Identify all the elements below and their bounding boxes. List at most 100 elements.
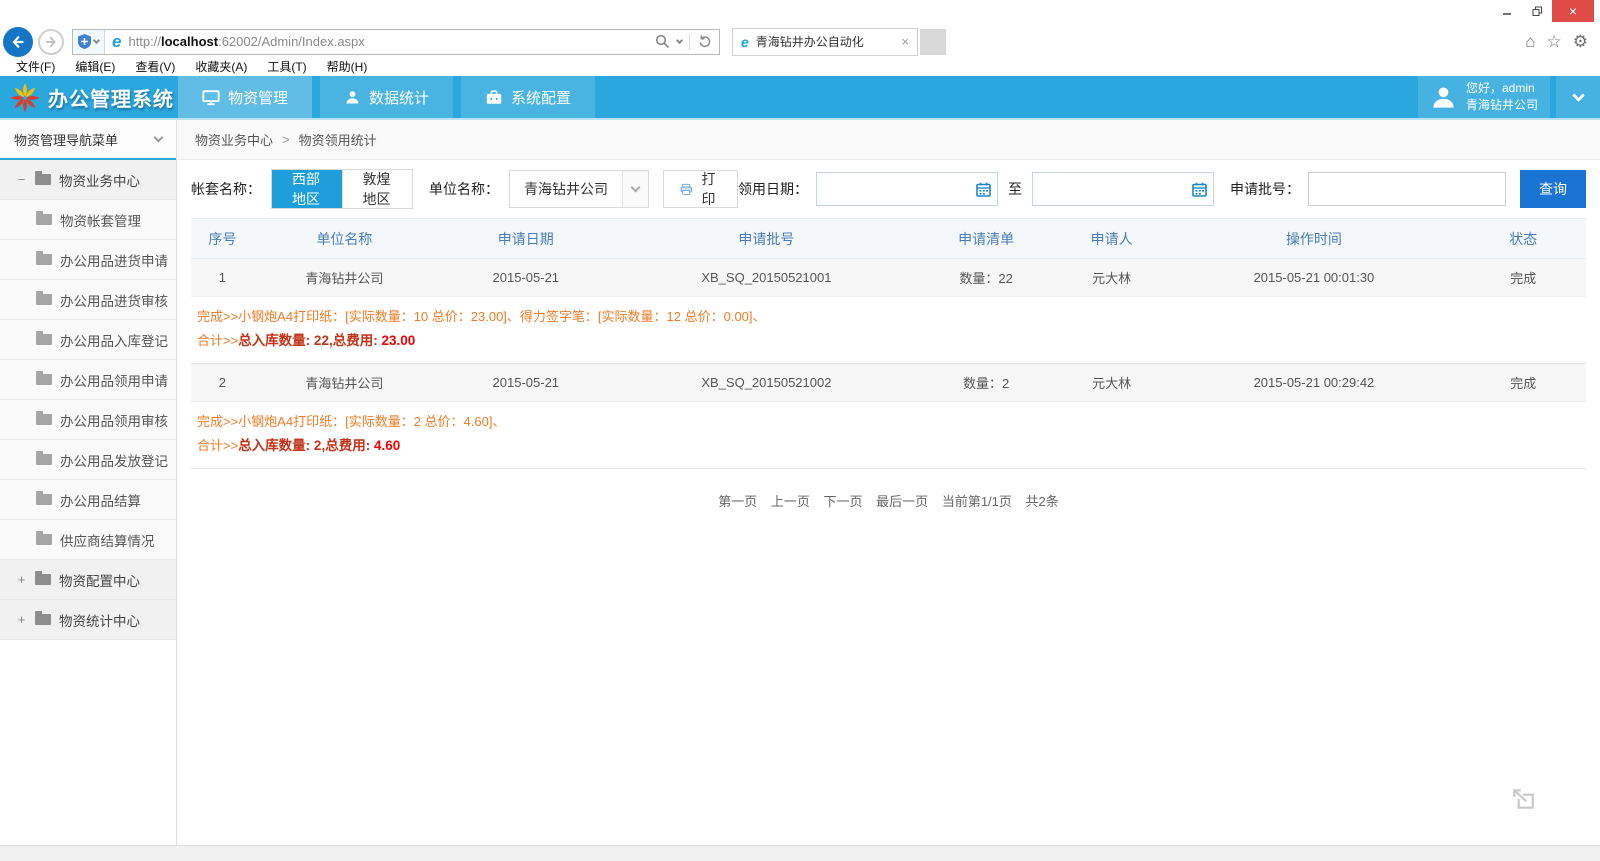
minimize-button[interactable] bbox=[1492, 0, 1522, 22]
cell-unit: 青海钻井公司 bbox=[254, 364, 435, 402]
date-to-input[interactable] bbox=[1033, 173, 1186, 205]
expand-icon: + bbox=[16, 612, 27, 627]
user-greeting: 您好，admin bbox=[1466, 80, 1538, 97]
sidebar-item-settlement[interactable]: 办公用品结算 bbox=[0, 480, 176, 520]
calendar-icon[interactable] bbox=[1186, 182, 1213, 197]
chevron-down-icon bbox=[154, 133, 164, 143]
folder-icon bbox=[35, 614, 51, 625]
unit-select[interactable]: 青海钻井公司 bbox=[509, 170, 649, 208]
shield-icon bbox=[78, 34, 91, 49]
back-button[interactable] bbox=[3, 27, 33, 57]
table-detail-row: 完成>>小钢炮A4打印纸：[实际数量：2 总价：4.60]、 合计>>总入库数量… bbox=[191, 402, 1586, 469]
menu-file[interactable]: 文件(F) bbox=[6, 58, 65, 75]
new-tab-button[interactable] bbox=[920, 29, 946, 55]
address-bar[interactable]: e http://localhost:62002/Admin/Index.asp… bbox=[72, 29, 720, 55]
sidebar-item-requisition-review[interactable]: 办公用品领用审核 bbox=[0, 400, 176, 440]
sidebar: 物资管理导航菜单 − 物资业务中心 物资帐套管理 办公用品进货申请 办公用品进货… bbox=[0, 120, 177, 845]
cell-date: 2015-05-21 bbox=[435, 364, 616, 402]
tab-close-icon[interactable]: × bbox=[901, 34, 909, 49]
cell-date: 2015-05-21 bbox=[435, 259, 616, 297]
sidebar-item-inbound-register[interactable]: 办公用品入库登记 bbox=[0, 320, 176, 360]
close-button[interactable]: × bbox=[1552, 0, 1594, 22]
forward-button[interactable] bbox=[38, 29, 64, 55]
cell-applicant: 元大林 bbox=[1056, 364, 1168, 402]
nav-item-materials[interactable]: 物资管理 bbox=[178, 76, 312, 118]
user-menu[interactable]: 您好，admin 青海钻井公司 bbox=[1418, 76, 1550, 118]
search-icon[interactable] bbox=[655, 34, 670, 49]
sidebar-item-issue-register[interactable]: 办公用品发放登记 bbox=[0, 440, 176, 480]
menu-view[interactable]: 查看(V) bbox=[125, 58, 185, 75]
detail-items-text: 完成>>小钢炮A4打印纸：[实际数量：10 总价：23.00]、得力签字笔：[实… bbox=[197, 305, 1580, 329]
compatibility-button[interactable] bbox=[73, 30, 105, 54]
folder-icon bbox=[36, 534, 52, 545]
batch-number-input[interactable] bbox=[1308, 172, 1506, 206]
favorites-star-icon[interactable]: ☆ bbox=[1547, 33, 1562, 50]
col-applicant: 申请人 bbox=[1056, 219, 1168, 259]
home-icon[interactable]: ⌂ bbox=[1525, 33, 1535, 50]
briefcase-icon bbox=[485, 89, 503, 106]
filter-bar: 帐套名称： 西部地区 敦煌地区 单位名称： 青海钻井公司 打印 领用日期： bbox=[177, 160, 1600, 218]
print-button[interactable]: 打印 bbox=[663, 170, 738, 208]
menu-tools[interactable]: 工具(T) bbox=[257, 58, 316, 75]
ie-icon: e bbox=[112, 32, 121, 52]
nav-item-system-config[interactable]: 系统配置 bbox=[461, 76, 595, 118]
folder-icon bbox=[35, 574, 51, 585]
table-row[interactable]: 1 青海钻井公司 2015-05-21 XB_SQ_20150521001 数量… bbox=[191, 259, 1586, 297]
calendar-icon[interactable] bbox=[970, 182, 997, 197]
sidebar-item-account-mgmt[interactable]: 物资帐套管理 bbox=[0, 200, 176, 240]
region-button-group: 西部地区 敦煌地区 bbox=[271, 169, 413, 209]
detail-items-text: 完成>>小钢炮A4打印纸：[实际数量：2 总价：4.60]、 bbox=[197, 410, 1580, 434]
date-label: 领用日期： bbox=[738, 179, 808, 199]
petro-flower-logo-icon bbox=[8, 80, 42, 114]
detail-total-text: 合计>>总入库数量: 22,总费用: 23.00 bbox=[197, 329, 1580, 353]
sidebar-item-material-stats-center[interactable]: + 物资统计中心 bbox=[0, 600, 176, 640]
sidebar-item-requisition-apply[interactable]: 办公用品领用申请 bbox=[0, 360, 176, 400]
page-next[interactable]: 下一页 bbox=[824, 494, 863, 509]
browser-tab[interactable]: e 青海钻井办公自动化 × bbox=[732, 28, 918, 56]
app-logo: 办公管理系统 bbox=[0, 76, 178, 118]
sidebar-item-material-business-center[interactable]: − 物资业务中心 bbox=[0, 160, 176, 200]
date-from-input[interactable] bbox=[817, 173, 970, 205]
restore-icon bbox=[1532, 6, 1543, 17]
search-options-chevron-icon[interactable] bbox=[676, 36, 683, 43]
breadcrumb-parent[interactable]: 物资业务中心 bbox=[195, 130, 273, 149]
col-time: 操作时间 bbox=[1167, 219, 1460, 259]
restore-button[interactable] bbox=[1522, 0, 1552, 22]
user-dropdown-button[interactable] bbox=[1556, 76, 1600, 118]
menu-favorites[interactable]: 收藏夹(A) bbox=[185, 58, 257, 75]
query-button[interactable]: 查询 bbox=[1520, 170, 1586, 208]
account-label: 帐套名称： bbox=[191, 179, 261, 199]
breadcrumb-current[interactable]: 物资领用统计 bbox=[299, 130, 377, 149]
region-button-west[interactable]: 西部地区 bbox=[272, 170, 342, 208]
menu-edit[interactable]: 编辑(E) bbox=[65, 58, 125, 75]
menu-help[interactable]: 帮助(H) bbox=[317, 58, 378, 75]
sidebar-title[interactable]: 物资管理导航菜单 bbox=[0, 120, 176, 160]
page-prev[interactable]: 上一页 bbox=[771, 494, 810, 509]
col-batch: 申请批号 bbox=[616, 219, 916, 259]
app-title: 办公管理系统 bbox=[48, 83, 174, 112]
sidebar-item-material-config-center[interactable]: + 物资配置中心 bbox=[0, 560, 176, 600]
folder-icon bbox=[36, 254, 52, 265]
minimize-icon bbox=[1502, 6, 1512, 16]
cell-batch: XB_SQ_20150521002 bbox=[616, 364, 916, 402]
cell-seq: 1 bbox=[191, 259, 254, 297]
sidebar-item-purchase-review[interactable]: 办公用品进货审核 bbox=[0, 280, 176, 320]
page-last[interactable]: 最后一页 bbox=[876, 494, 928, 509]
folder-icon bbox=[36, 374, 52, 385]
folder-icon bbox=[36, 414, 52, 425]
nav-item-statistics[interactable]: 数据统计 bbox=[320, 76, 453, 118]
status-bar bbox=[0, 845, 1600, 861]
avatar-icon bbox=[1430, 84, 1457, 111]
region-button-dunhuang[interactable]: 敦煌地区 bbox=[342, 170, 413, 208]
sidebar-item-supplier-settlement[interactable]: 供应商结算情况 bbox=[0, 520, 176, 560]
sidebar-item-purchase-apply[interactable]: 办公用品进货申请 bbox=[0, 240, 176, 280]
settings-gear-icon[interactable]: ⚙ bbox=[1573, 33, 1588, 50]
popout-icon[interactable] bbox=[1510, 786, 1536, 817]
page-first[interactable]: 第一页 bbox=[718, 494, 757, 509]
tab-ie-icon: e bbox=[741, 34, 749, 50]
refresh-icon[interactable] bbox=[697, 34, 712, 49]
main-nav: 物资管理 数据统计 系统配置 bbox=[178, 76, 595, 118]
table-row[interactable]: 2 青海钻井公司 2015-05-21 XB_SQ_20150521002 数量… bbox=[191, 364, 1586, 402]
requisition-table: 序号 单位名称 申请日期 申请批号 申请清单 申请人 操作时间 状态 1 青海钻… bbox=[177, 218, 1600, 469]
url-text: http://localhost:62002/Admin/Index.aspx bbox=[128, 34, 364, 49]
